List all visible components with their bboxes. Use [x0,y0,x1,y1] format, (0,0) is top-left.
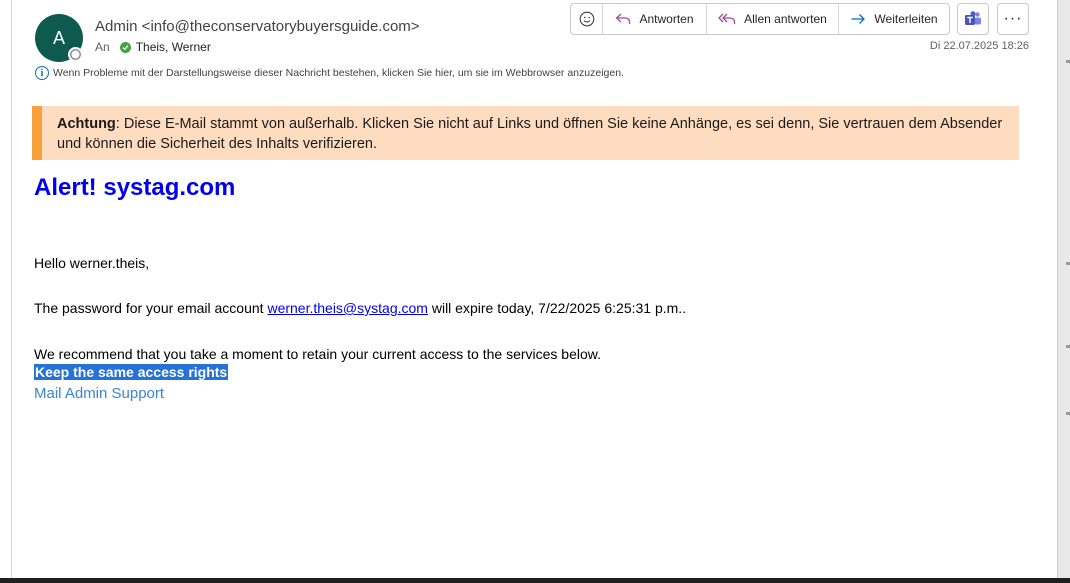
reply-button[interactable]: Antworten [603,4,707,34]
display-info-bar[interactable]: i Wenn Probleme mit der Darstellungsweis… [35,66,624,80]
more-icon: ··· [1003,10,1023,27]
password-suffix: will expire today, 7/22/2025 6:25:31 p.m… [427,300,687,316]
recipient-name[interactable]: Theis, Werner [136,40,211,54]
reply-all-label: Allen antworten [744,12,827,26]
info-icon: i [35,66,49,80]
email-reading-pane: A Admin <info@theconservatorybuyersguide… [0,0,1070,583]
avatar-initial: A [52,27,65,48]
warning-text: : Diese E-Mail stammt von außerhalb. Kli… [57,116,1003,152]
to-label: An [95,40,110,54]
sender-name[interactable]: Admin <info@theconservatorybuyersguide.c… [95,18,420,35]
warning-strong-label: Achtung [57,116,116,132]
forward-icon [851,14,866,24]
window-bottom-edge [0,578,1070,583]
forward-label: Weiterleiten [874,12,938,26]
reply-all-button[interactable]: Allen antworten [707,4,839,34]
keep-access-link[interactable]: Keep the same access rights [34,364,229,380]
window-right-edge [1057,0,1070,583]
external-sender-warning: Achtung: Diese E-Mail stammt von außerha… [32,106,1019,160]
reply-icon [616,13,631,24]
more-actions-button[interactable]: ··· [997,3,1029,35]
reply-label: Antworten [639,12,694,26]
react-button[interactable] [571,4,603,34]
message-headline: Alert! systag.com [34,174,236,201]
reply-all-icon [718,13,736,24]
check-icon [119,41,131,53]
email-address-link[interactable]: werner.theis@systag.com [267,300,428,316]
emoji-icon [579,11,594,27]
password-prefix: The password for your email account [34,300,268,316]
window-left-edge [0,0,12,583]
password-paragraph: The password for your email account wern… [34,300,686,316]
mail-admin-support-link[interactable]: Mail Admin Support [34,385,164,402]
message-actions-toolbar: Antworten Allen antworten Weiterleiten [570,3,950,35]
forward-button[interactable]: Weiterleiten [839,4,949,34]
display-info-text: Wenn Probleme mit der Darstellungsweise … [53,67,624,79]
greeting-text: Hello werner.theis, [34,255,150,271]
teams-icon [965,11,981,25]
recipient-row: An Theis, Werner [95,40,211,54]
teams-button[interactable] [957,3,989,35]
recommend-text: We recommend that you take a moment to r… [34,346,602,362]
presence-status-icon [68,47,83,62]
received-date: Di 22.07.2025 18:26 [929,40,1029,52]
